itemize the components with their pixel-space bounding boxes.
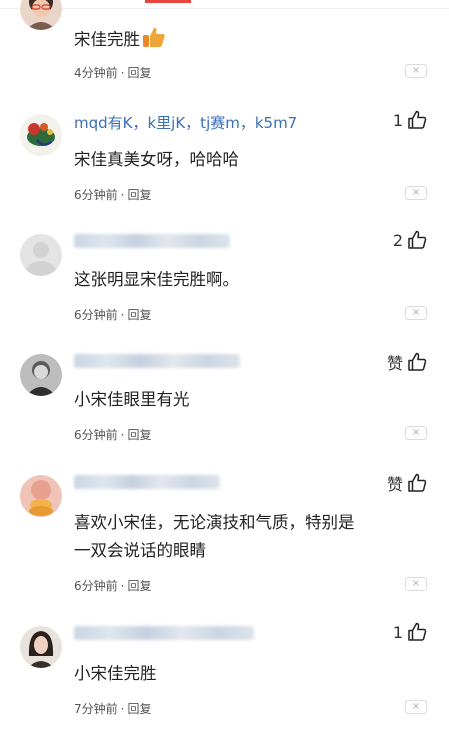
avatar[interactable] [20, 626, 62, 668]
meta-separator: · [120, 66, 125, 80]
comment-meta: 6分钟前 · 回复 [74, 186, 151, 203]
like-count: 1 [392, 622, 403, 642]
like-label: 赞 [386, 475, 403, 494]
like-count: 2 [392, 230, 403, 250]
like-button[interactable]: 1 [393, 622, 427, 642]
reply-link[interactable]: 回复 [127, 702, 151, 716]
comment-meta: 6分钟前 · 回复 [74, 577, 151, 594]
thumbs-up-icon [407, 352, 427, 372]
comment-text-line: 喜欢小宋佳，无论演技和气质，特别是 [74, 513, 355, 532]
meta-separator: · [120, 428, 125, 442]
close-icon: × [411, 578, 421, 589]
comment-text: 小宋佳完胜 [74, 664, 157, 683]
comment-text: 这张明显宋佳完胜啊。 [74, 270, 239, 289]
like-count: 1 [392, 110, 403, 130]
close-icon: × [411, 701, 421, 712]
comment-meta: 7分钟前 · 回复 [74, 700, 151, 717]
thumbs-up-emoji-icon [142, 26, 166, 57]
username-blurred[interactable] [74, 475, 220, 489]
comment-text: 宋佳完胜 [74, 26, 423, 57]
close-icon: × [411, 187, 421, 198]
comment-time: 4分钟前 [74, 66, 118, 80]
like-label: 赞 [386, 354, 403, 373]
thumbs-up-icon [407, 110, 427, 130]
close-icon: × [411, 427, 421, 438]
meta-separator: · [120, 702, 125, 716]
dismiss-button[interactable]: × [405, 186, 427, 200]
comment-time: 6分钟前 [74, 188, 118, 202]
avatar[interactable] [20, 114, 62, 156]
meta-separator: · [120, 188, 125, 202]
like-button[interactable]: 赞 [387, 350, 427, 374]
like-button[interactable]: 赞 [387, 471, 427, 495]
close-icon: × [411, 307, 421, 318]
close-icon: × [411, 65, 421, 76]
username[interactable]: mqd有K，k里jK，tj赛m，k5m7 [74, 112, 297, 133]
avatar[interactable] [20, 354, 62, 396]
avatar[interactable] [20, 0, 62, 30]
thumbs-up-icon [407, 622, 427, 642]
avatar[interactable] [20, 234, 62, 276]
reply-link[interactable]: 回复 [127, 579, 151, 593]
reply-link[interactable]: 回复 [127, 188, 151, 202]
meta-separator: · [120, 308, 125, 322]
comment-text-line: 一双会说话的眼睛 [74, 541, 206, 560]
username-blurred[interactable] [74, 626, 254, 640]
top-tab-indicator [145, 0, 191, 3]
comment-meta: 6分钟前 · 回复 [74, 426, 151, 443]
dismiss-button[interactable]: × [405, 306, 427, 320]
dismiss-button[interactable]: × [405, 577, 427, 591]
like-button[interactable]: 2 [393, 230, 427, 250]
comment-time: 6分钟前 [74, 428, 118, 442]
dismiss-button[interactable]: × [405, 700, 427, 714]
comment-text: 宋佳真美女呀，哈哈哈 [74, 150, 239, 169]
reply-link[interactable]: 回复 [127, 308, 151, 322]
dismiss-button[interactable]: × [405, 426, 427, 440]
comment-text: 小宋佳眼里有光 [74, 390, 190, 409]
thumbs-up-icon [407, 473, 427, 493]
avatar[interactable] [20, 475, 62, 517]
username-blurred[interactable] [74, 354, 240, 368]
reply-link[interactable]: 回复 [127, 66, 151, 80]
comment-time: 6分钟前 [74, 308, 118, 322]
like-button[interactable]: 1 [393, 110, 427, 130]
reply-link[interactable]: 回复 [127, 428, 151, 442]
comment-time: 6分钟前 [74, 579, 118, 593]
comment-time: 7分钟前 [74, 702, 118, 716]
comment-text: 喜欢小宋佳，无论演技和气质，特别是 一双会说话的眼睛 [74, 509, 423, 565]
username-blurred[interactable] [74, 234, 230, 248]
meta-separator: · [120, 579, 125, 593]
comment-meta: 6分钟前 · 回复 [74, 306, 151, 323]
top-divider [0, 8, 449, 9]
thumbs-up-icon [407, 230, 427, 250]
dismiss-button[interactable]: × [405, 64, 427, 78]
comment-meta: 4分钟前 · 回复 [74, 64, 151, 81]
